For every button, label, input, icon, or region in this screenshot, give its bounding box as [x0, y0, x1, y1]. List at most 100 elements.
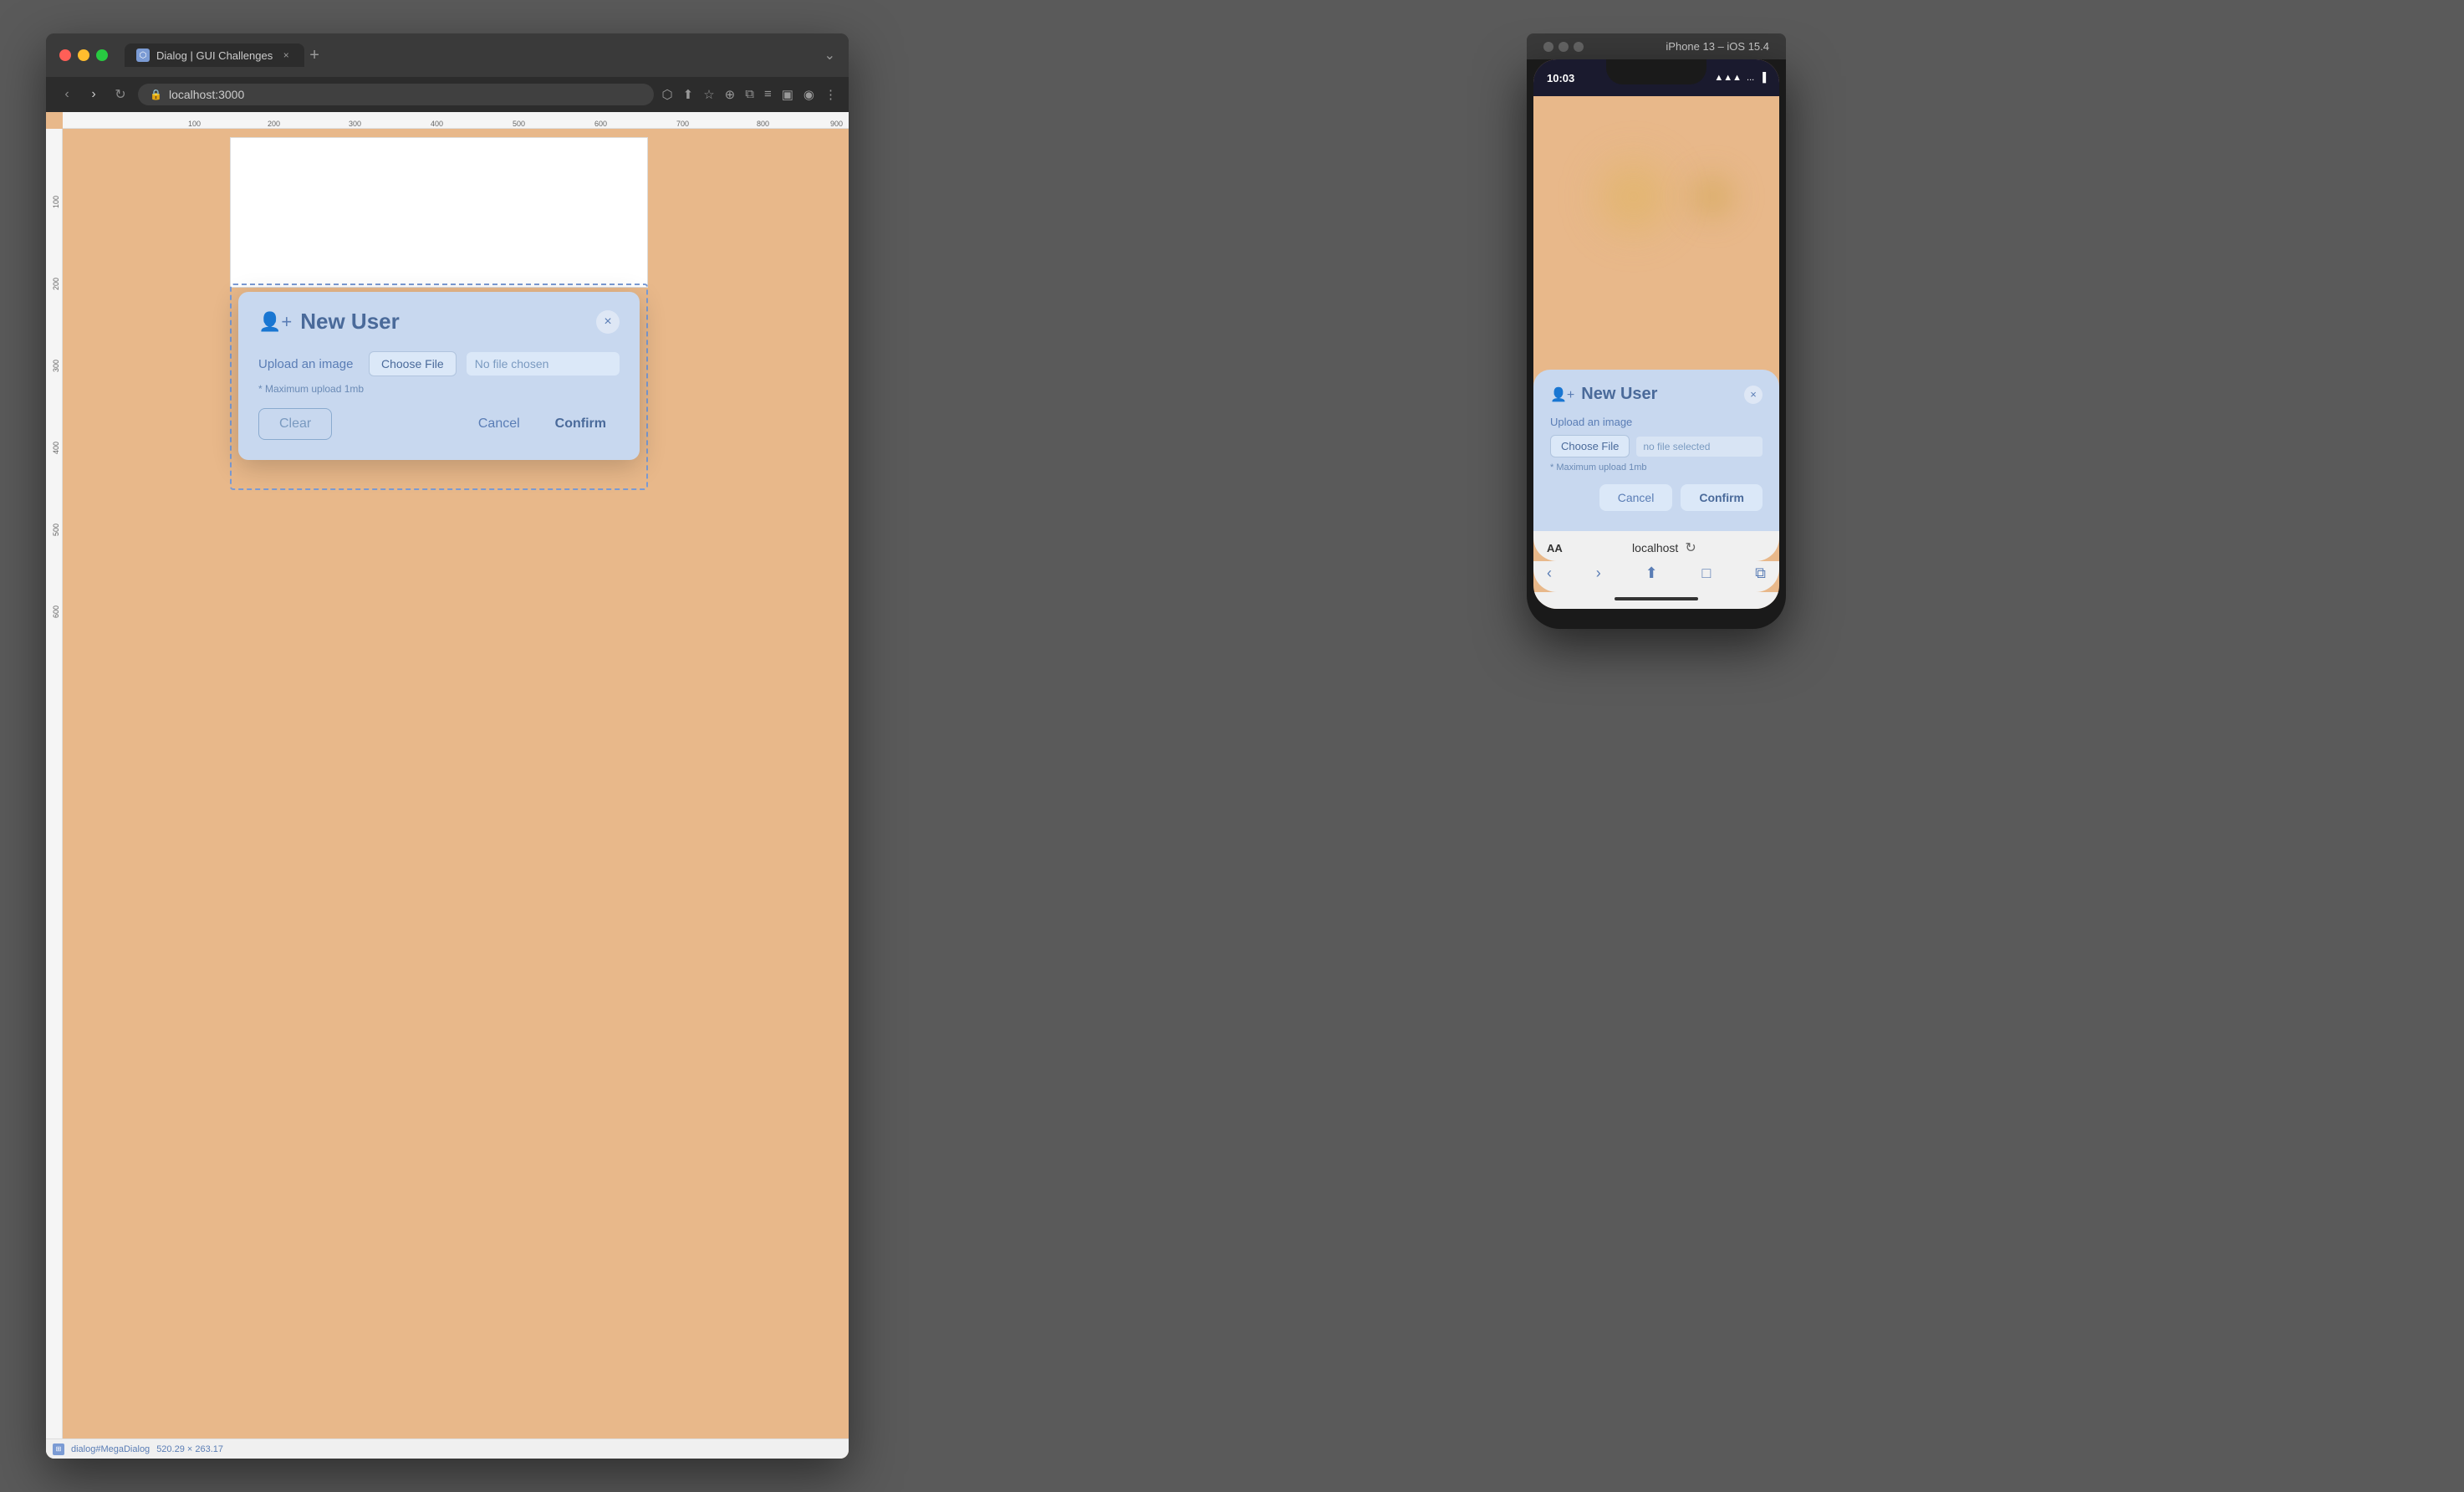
- ruler-mark-900: 900: [830, 120, 843, 128]
- tab-close-button[interactable]: ×: [279, 49, 293, 62]
- dialog-title: New User: [300, 309, 596, 335]
- phone-cancel-button[interactable]: Cancel: [1599, 484, 1673, 511]
- traffic-light-yellow[interactable]: [78, 49, 89, 61]
- ruler-mark-600: 600: [594, 120, 607, 128]
- traffic-light-red[interactable]: [59, 49, 71, 61]
- phone-home-area: [1533, 592, 1779, 609]
- ruler-mark-v-100: 100: [52, 196, 60, 208]
- tab-favicon: ⬡: [136, 49, 150, 62]
- ruler-mark-500: 500: [513, 120, 525, 128]
- tab-title: Dialog | GUI Challenges: [156, 49, 273, 62]
- back-button[interactable]: ‹: [58, 87, 76, 102]
- phone-aa-text[interactable]: AA: [1547, 542, 1563, 554]
- ruler-mark-v-600: 600: [52, 605, 60, 618]
- phone-bg-blob: [1584, 146, 1684, 247]
- ruler-mark-v-500: 500: [52, 524, 60, 536]
- phone-content: 👤+ New User × Upload an image Choose Fil…: [1533, 96, 1779, 531]
- clear-button[interactable]: Clear: [258, 408, 332, 440]
- browser-nav-icons: ⬡ ⬆ ☆ ⊕ ⧉ ≡ ▣ ◉ ⋮: [662, 87, 837, 102]
- phone-dialog: 👤+ New User × Upload an image Choose Fil…: [1533, 370, 1779, 531]
- phone-confirm-button[interactable]: Confirm: [1681, 484, 1763, 511]
- phone-dialog-header: 👤+ New User ×: [1550, 385, 1763, 404]
- bookmark-icon[interactable]: ☆: [703, 87, 714, 102]
- ruler-vertical: 100 200 300 400 500 600: [46, 129, 63, 1459]
- file-chosen-display: No file chosen: [467, 352, 620, 376]
- traffic-light-green[interactable]: [96, 49, 108, 61]
- extension-icon[interactable]: ⊕: [725, 87, 736, 102]
- forward-button[interactable]: ›: [84, 87, 103, 102]
- phone-forward-button[interactable]: ›: [1596, 565, 1601, 582]
- phone-section: iPhone 13 – iOS 15.4 10:03 ▲▲▲ ... ▐: [849, 0, 2464, 1492]
- upload-label: Upload an image: [258, 357, 359, 371]
- page-canvas: [230, 137, 648, 288]
- phone-traffic-lights: [1543, 42, 1584, 52]
- browser-content: 100 200 300 400 500 600 700 800 900 100 …: [46, 112, 849, 1459]
- external-link-icon[interactable]: ⬡: [662, 87, 673, 102]
- canvas-area: 👤+ New User × Upload an image Choose Fil…: [63, 129, 849, 1438]
- lock-icon: 🔒: [150, 89, 162, 100]
- wifi-icon: ▲▲▲: [1714, 73, 1742, 83]
- ruler-mark-700: 700: [676, 120, 689, 128]
- phone-home-indicator: [1615, 597, 1698, 600]
- new-tab-button[interactable]: +: [309, 46, 319, 65]
- phone-back-button[interactable]: ‹: [1547, 565, 1552, 582]
- puzzle-icon[interactable]: ⧉: [745, 87, 754, 102]
- phone-screen: 10:03 ▲▲▲ ... ▐ 👤+ New User ×: [1533, 59, 1779, 609]
- address-bar[interactable]: 🔒 localhost:3000: [138, 84, 654, 105]
- signal-icon: ...: [1747, 73, 1754, 83]
- ruler-mark-800: 800: [757, 120, 769, 128]
- dialog-close-button[interactable]: ×: [596, 310, 620, 334]
- window-chevron-icon[interactable]: ⌄: [824, 47, 835, 64]
- traffic-lights: [59, 49, 108, 61]
- ruler-mark-400: 400: [431, 120, 443, 128]
- refresh-button[interactable]: ↻: [111, 86, 130, 103]
- phone-file-row: Choose File no file selected: [1550, 435, 1763, 457]
- desktop-dialog: 👤+ New User × Upload an image Choose Fil…: [238, 292, 640, 460]
- phone-tl-red: [1543, 42, 1553, 52]
- phone-time: 10:03: [1547, 72, 1574, 84]
- share-icon[interactable]: ⬆: [683, 87, 694, 102]
- ruler-mark-100: 100: [188, 120, 201, 128]
- browser-tab-bar: ⬡ Dialog | GUI Challenges × +: [125, 43, 816, 67]
- bottom-bar: ⊞ dialog#MegaDialog 520.29 × 263.17: [46, 1438, 849, 1459]
- phone-file-display: no file selected: [1636, 437, 1763, 457]
- more-icon[interactable]: ⋮: [824, 87, 837, 102]
- browser-navbar: ‹ › ↻ 🔒 localhost:3000 ⬡ ⬆ ☆ ⊕ ⧉ ≡ ▣ ◉ ⋮: [46, 77, 849, 112]
- phone-bg-blob2: [1679, 163, 1746, 230]
- phone-dialog-close-button[interactable]: ×: [1744, 386, 1763, 404]
- phone-tabs-button[interactable]: ⧉: [1755, 565, 1766, 582]
- phone-user-add-icon: 👤+: [1550, 386, 1574, 403]
- ruler-mark-300: 300: [349, 120, 361, 128]
- phone-status-bar: 10:03 ▲▲▲ ... ▐: [1533, 59, 1779, 96]
- upload-hint: * Maximum upload 1mb: [258, 383, 620, 395]
- phone-share-button[interactable]: ⬆: [1645, 565, 1658, 582]
- battery-icon: ▐: [1759, 73, 1766, 83]
- phone-titlebar: iPhone 13 – iOS 15.4: [1527, 33, 1786, 59]
- ruler-mark-200: 200: [268, 120, 280, 128]
- browser-tab-active[interactable]: ⬡ Dialog | GUI Challenges ×: [125, 43, 304, 67]
- list-icon[interactable]: ≡: [764, 87, 772, 102]
- ruler-mark-v-300: 300: [52, 360, 60, 372]
- dialog-header: 👤+ New User ×: [258, 309, 620, 335]
- file-upload-row: Upload an image Choose File No file chos…: [258, 351, 620, 376]
- confirm-button[interactable]: Confirm: [542, 409, 620, 439]
- browser-window: ⬡ Dialog | GUI Challenges × + ⌄ ‹ › ↻ 🔒 …: [46, 33, 849, 1459]
- browser-titlebar: ⬡ Dialog | GUI Challenges × + ⌄: [46, 33, 849, 77]
- url-text: localhost:3000: [169, 88, 244, 101]
- user-icon[interactable]: ◉: [803, 87, 814, 102]
- phone-tl-green: [1574, 42, 1584, 52]
- phone-url-display: localhost ↻: [1563, 539, 1766, 556]
- monitor-icon[interactable]: ▣: [782, 87, 793, 102]
- ruler-mark-v-200: 200: [52, 278, 60, 290]
- phone-upload-hint: * Maximum upload 1mb: [1550, 462, 1763, 473]
- phone-url-bar: AA localhost ↻: [1533, 531, 1779, 561]
- cancel-button[interactable]: Cancel: [465, 409, 533, 439]
- phone-refresh-button[interactable]: ↻: [1685, 539, 1696, 556]
- phone-dialog-footer: Cancel Confirm: [1550, 484, 1763, 511]
- phone-frame: 10:03 ▲▲▲ ... ▐ 👤+ New User ×: [1527, 59, 1786, 629]
- choose-file-button[interactable]: Choose File: [369, 351, 457, 376]
- phone-choose-file-button[interactable]: Choose File: [1550, 435, 1630, 457]
- phone-bookmarks-button[interactable]: □: [1701, 565, 1711, 582]
- dialog-body: Upload an image Choose File No file chos…: [258, 351, 620, 395]
- phone-nav-bar: ‹ › ⬆ □ ⧉: [1533, 561, 1779, 592]
